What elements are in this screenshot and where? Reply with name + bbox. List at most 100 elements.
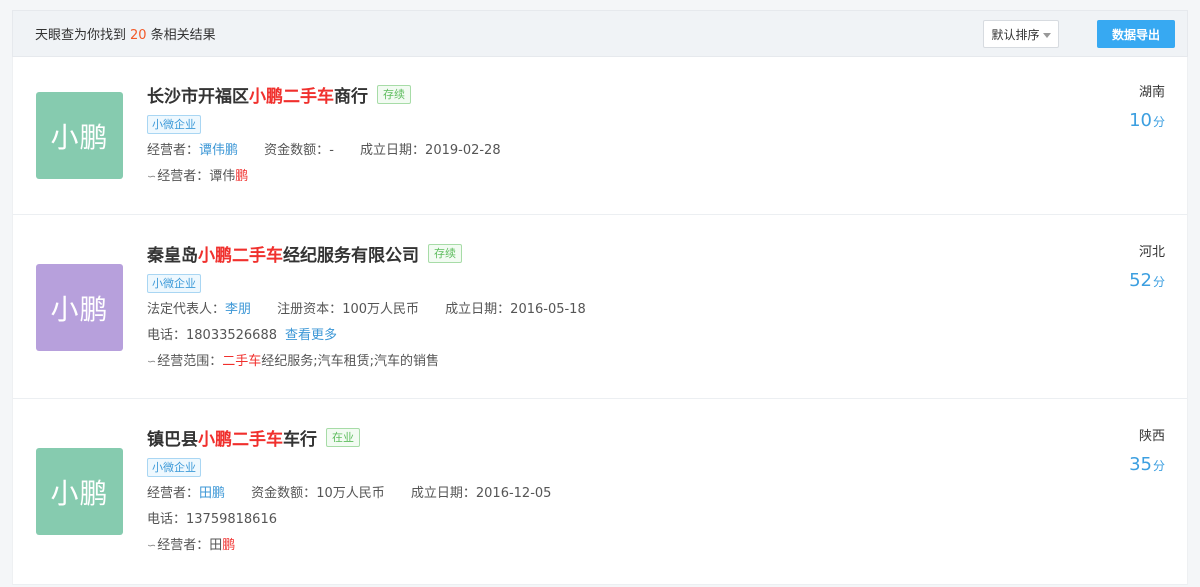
caret-down-icon (1042, 32, 1051, 38)
region-label: 河北 (1138, 245, 1165, 260)
meta-row: 法定代表人：李朋 注册资本：100万人民币 成立日期：2016-05-18 (147, 301, 1067, 319)
score: 10分 (1129, 110, 1165, 131)
match-label: 经营者： (157, 169, 210, 184)
phone-row: 电话：13759818616 (147, 511, 1067, 529)
result-info: 长沙市开福区小鹏二手车商行 存续 小微企业 经营者：谭伟鹏 资金数额：- 成立日… (147, 82, 1067, 186)
capital-label: 资金数额： (251, 486, 317, 501)
name-part: 商行 (334, 86, 368, 107)
score-unit: 分 (1152, 115, 1165, 129)
summary-suffix: 条相关结果 (150, 28, 216, 43)
region-label: 陕西 (1138, 429, 1165, 444)
match-label: 经营范围： (157, 354, 223, 369)
status-badge: 存续 (428, 243, 462, 263)
match-text: 经纪服务;汽车租赁;汽车的销售 (261, 354, 440, 369)
name-highlight: 小鹏二手车 (198, 429, 283, 450)
match-highlight: 二手车 (222, 354, 262, 369)
match-text: 田 (209, 538, 223, 553)
link-icon: ∽ (147, 170, 157, 183)
person-link[interactable]: 李朋 (225, 302, 251, 317)
score-unit: 分 (1152, 275, 1165, 289)
person-link[interactable]: 谭伟鹏 (199, 143, 238, 158)
result-side: 河北 52分 (1129, 241, 1165, 291)
result-info: 镇巴县小鹏二手车车行 在业 小微企业 经营者：田鹏 资金数额：10万人民币 成立… (147, 425, 1067, 555)
name-highlight: 小鹏二手车 (249, 86, 334, 107)
see-more-link[interactable]: 查看更多 (285, 328, 337, 343)
phone-label: 电话： (147, 328, 187, 343)
name-row: 秦皇岛小鹏二手车经纪服务有限公司 存续 (147, 241, 1067, 266)
sort-label: 默认排序 (991, 27, 1040, 42)
result-card: 小鹏 长沙市开福区小鹏二手车商行 存续 小微企业 经营者：谭伟鹏 资金数额：- … (13, 57, 1187, 215)
capital-value: - (329, 143, 334, 158)
match-highlight: 鹏 (235, 169, 249, 184)
match-row: ∽经营者：田鹏 (147, 537, 1067, 555)
match-text: 谭伟 (209, 169, 236, 184)
date-value: 2019-02-28 (425, 143, 501, 158)
date-value: 2016-12-05 (475, 486, 552, 501)
results-count: 20 (130, 28, 147, 43)
date-label: 成立日期： (445, 302, 511, 317)
status-badge: 在业 (326, 427, 360, 447)
capital-label: 资金数额： (264, 143, 330, 158)
meta-row: 经营者：谭伟鹏 资金数额：- 成立日期：2019-02-28 (147, 142, 1067, 160)
logo-text: 小鹏 (50, 476, 109, 510)
score-value: 52 (1129, 270, 1152, 291)
name-highlight: 小鹏二手车 (198, 245, 283, 266)
phone-value: 18033526688 (186, 328, 277, 343)
match-row: ∽经营范围：二手车经纪服务;汽车租赁;汽车的销售 (147, 353, 1067, 371)
link-icon: ∽ (147, 539, 157, 552)
score-value: 35 (1129, 454, 1152, 475)
name-row: 长沙市开福区小鹏二手车商行 存续 (147, 82, 1067, 107)
capital-value: 10万人民币 (316, 486, 385, 501)
date-label: 成立日期： (410, 486, 476, 501)
logo-text: 小鹏 (50, 292, 109, 326)
phone-row: 电话：18033526688 查看更多 (147, 327, 1067, 345)
name-part: 秦皇岛 (147, 245, 198, 266)
link-icon: ∽ (147, 355, 157, 368)
sort-dropdown[interactable]: 默认排序 (983, 20, 1059, 48)
phone-value: 13759818616 (186, 512, 277, 527)
person-label: 经营者： (147, 486, 200, 501)
capital-value: 100万人民币 (342, 302, 420, 317)
result-info: 秦皇岛小鹏二手车经纪服务有限公司 存续 小微企业 法定代表人：李朋 注册资本：1… (147, 241, 1067, 371)
company-type-tag: 小微企业 (147, 458, 201, 477)
results-header: 天眼查为你找到 20 条相关结果 默认排序 数据导出 (12, 10, 1188, 57)
person-label: 经营者： (147, 143, 200, 158)
result-card: 小鹏 秦皇岛小鹏二手车经纪服务有限公司 存续 小微企业 法定代表人：李朋 注册资… (13, 215, 1187, 399)
export-button[interactable]: 数据导出 (1097, 20, 1175, 48)
result-card: 小鹏 镇巴县小鹏二手车车行 在业 小微企业 经营者：田鹏 资金数额：10万人民币… (13, 399, 1187, 585)
export-label: 数据导出 (1111, 27, 1160, 42)
result-side: 湖南 10分 (1129, 81, 1165, 131)
date-value: 2016-05-18 (510, 302, 586, 317)
match-label: 经营者： (157, 538, 210, 553)
company-logo[interactable]: 小鹏 (36, 92, 123, 179)
company-name-link[interactable]: 镇巴县小鹏二手车车行 (147, 425, 317, 450)
score: 52分 (1129, 270, 1165, 291)
results-summary: 天眼查为你找到 20 条相关结果 (35, 24, 216, 43)
company-type-tag: 小微企业 (147, 115, 201, 134)
company-logo[interactable]: 小鹏 (36, 448, 123, 535)
name-part: 长沙市开福区 (147, 86, 249, 107)
company-type-tag: 小微企业 (147, 274, 201, 293)
person-link[interactable]: 田鹏 (199, 486, 225, 501)
company-logo[interactable]: 小鹏 (36, 264, 123, 351)
logo-text: 小鹏 (50, 120, 109, 154)
name-part: 经纪服务有限公司 (283, 245, 419, 266)
name-part: 车行 (283, 429, 317, 450)
person-label: 法定代表人： (147, 302, 226, 317)
company-name-link[interactable]: 长沙市开福区小鹏二手车商行 (147, 82, 368, 107)
score-unit: 分 (1152, 459, 1165, 473)
region-label: 湖南 (1138, 85, 1165, 100)
phone-label: 电话： (147, 512, 187, 527)
status-badge: 存续 (377, 84, 411, 104)
score-value: 10 (1129, 110, 1152, 131)
results-list: 小鹏 长沙市开福区小鹏二手车商行 存续 小微企业 经营者：谭伟鹏 资金数额：- … (12, 57, 1188, 585)
search-results-page: 天眼查为你找到 20 条相关结果 默认排序 数据导出 小鹏 长沙市开福区小鹏二手车商… (0, 0, 1200, 587)
meta-row: 经营者：田鹏 资金数额：10万人民币 成立日期：2016-12-05 (147, 485, 1067, 503)
date-label: 成立日期： (360, 143, 426, 158)
match-highlight: 鹏 (222, 538, 236, 553)
score: 35分 (1129, 454, 1165, 475)
capital-label: 注册资本： (277, 302, 343, 317)
company-name-link[interactable]: 秦皇岛小鹏二手车经纪服务有限公司 (147, 241, 419, 266)
name-row: 镇巴县小鹏二手车车行 在业 (147, 425, 1067, 450)
result-side: 陕西 35分 (1129, 425, 1165, 475)
